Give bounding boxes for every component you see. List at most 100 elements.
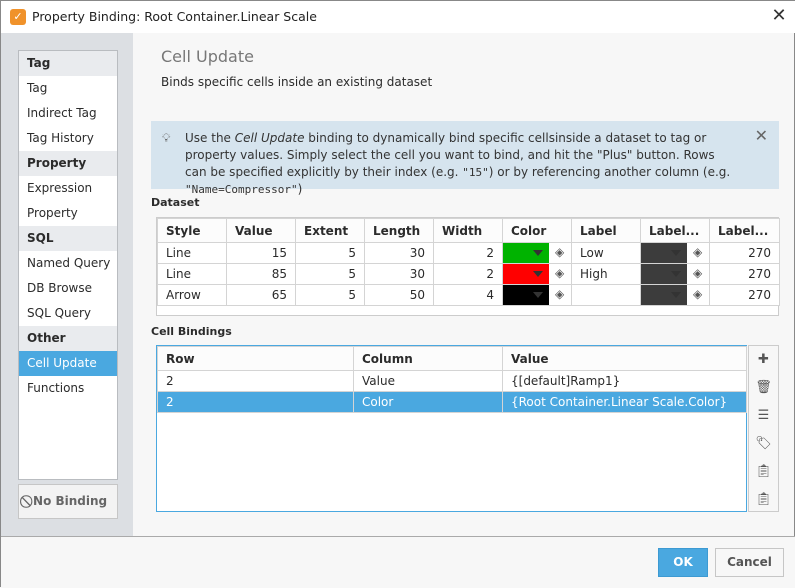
paint-bucket-icon[interactable]: ◈ <box>693 245 702 259</box>
column-header[interactable]: Extent <box>295 218 365 243</box>
column-cell[interactable]: Value <box>353 370 503 392</box>
label-color-cell[interactable]: ◈ <box>640 284 710 306</box>
table-row[interactable]: 2 Color {Root Container.Linear Scale.Color… <box>157 391 747 413</box>
close-icon[interactable]: ✕ <box>767 5 791 27</box>
color-swatch[interactable] <box>503 243 549 263</box>
sidebar-item-tag[interactable]: Tag <box>19 76 117 101</box>
label-cell[interactable]: Low <box>571 242 641 264</box>
color-swatch[interactable] <box>503 264 549 284</box>
sidebar-item-cell-update[interactable]: Cell Update <box>19 351 117 376</box>
bindings-toolbar: ✚ 🗑︎ ☰ 🏷︎ 📋︎ 📋︎ <box>748 345 779 512</box>
no-binding-button[interactable]: ⃠ No Binding <box>18 484 118 519</box>
length-cell[interactable]: 30 <box>364 242 434 264</box>
sidebar-group-header: SQL <box>19 226 117 251</box>
paint-bucket-icon[interactable]: ◈ <box>555 266 564 280</box>
column-header[interactable]: Value <box>502 346 747 371</box>
label-angle-cell[interactable]: 270 <box>709 242 780 264</box>
edit-icon[interactable]: ☰ <box>749 402 778 430</box>
label-angle-cell[interactable]: 270 <box>709 263 780 285</box>
window-title: Property Binding: Root Container.Linear … <box>32 9 317 24</box>
paint-bucket-icon[interactable]: ◈ <box>693 287 702 301</box>
color-swatch[interactable] <box>641 285 687 305</box>
color-cell[interactable]: ◈ <box>502 242 572 264</box>
app-logo-icon: ✓ <box>10 9 26 25</box>
value-cell[interactable]: 65 <box>226 284 296 306</box>
style-cell[interactable]: Arrow <box>157 284 227 306</box>
table-row[interactable]: Line 85 5 30 2 ◈ High ◈ 270 <box>157 263 780 285</box>
width-cell[interactable]: 2 <box>433 242 503 264</box>
sidebar-item-db-browse[interactable]: DB Browse <box>19 276 117 301</box>
column-header[interactable]: Label... <box>640 218 710 243</box>
add-icon[interactable]: ✚ <box>749 346 778 374</box>
cancel-button[interactable]: Cancel <box>715 548 784 577</box>
value-cell[interactable]: {[default]Ramp1} <box>502 370 747 392</box>
length-cell[interactable]: 30 <box>364 263 434 285</box>
delete-icon[interactable]: 🗑︎ <box>749 374 778 402</box>
sidebar-item-functions[interactable]: Functions <box>19 376 117 401</box>
sidebar-group-header: Property <box>19 151 117 176</box>
dataset-label: Dataset <box>151 196 200 209</box>
column-header[interactable]: Label <box>571 218 641 243</box>
title-bar: ✓ Property Binding: Root Container.Linea… <box>1 1 795 33</box>
table-row[interactable]: Line 15 5 30 2 ◈ Low ◈ 270 <box>157 242 780 264</box>
sidebar-item-sql-query[interactable]: SQL Query <box>19 301 117 326</box>
extent-cell[interactable]: 5 <box>295 263 365 285</box>
color-swatch[interactable] <box>641 264 687 284</box>
label-cell[interactable]: High <box>571 263 641 285</box>
value-cell[interactable]: 85 <box>226 263 296 285</box>
sidebar-item-indirect-tag[interactable]: Indirect Tag <box>19 101 117 126</box>
label-color-cell[interactable]: ◈ <box>640 242 710 264</box>
label-color-cell[interactable]: ◈ <box>640 263 710 285</box>
row-cell[interactable]: 2 <box>157 391 354 413</box>
binding-type-list: Tag Tag Indirect Tag Tag History Property Exp… <box>18 50 118 480</box>
paint-bucket-icon[interactable]: ◈ <box>693 266 702 280</box>
label-cell[interactable] <box>571 284 641 306</box>
color-cell[interactable]: ◈ <box>502 284 572 306</box>
cell-bindings-label: Cell Bindings <box>151 325 232 338</box>
color-swatch[interactable] <box>503 285 549 305</box>
sidebar-item-expression[interactable]: Expression <box>19 176 117 201</box>
value-cell[interactable]: 15 <box>226 242 296 264</box>
color-swatch[interactable] <box>641 243 687 263</box>
length-cell[interactable]: 50 <box>364 284 434 306</box>
color-cell[interactable]: ◈ <box>502 263 572 285</box>
sidebar-item-tag-history[interactable]: Tag History <box>19 126 117 151</box>
lightbulb-icon: 💡︎ <box>162 131 171 145</box>
extent-cell[interactable]: 5 <box>295 284 365 306</box>
column-header[interactable]: Color <box>502 218 572 243</box>
paint-bucket-icon[interactable]: ◈ <box>555 287 564 301</box>
paint-bucket-icon[interactable]: ◈ <box>555 245 564 259</box>
info-banner: 💡︎ Use the Cell Update binding to dynami… <box>151 121 779 196</box>
sidebar-item-property[interactable]: Property <box>19 201 117 226</box>
column-header[interactable]: Width <box>433 218 503 243</box>
column-header[interactable]: Length <box>364 218 434 243</box>
dismiss-info-icon[interactable]: ✕ <box>755 127 768 144</box>
sidebar-item-named-query[interactable]: Named Query <box>19 251 117 276</box>
column-cell[interactable]: Color <box>353 391 503 413</box>
binding-type-sidebar: Tag Tag Indirect Tag Tag History Property Exp… <box>1 33 133 536</box>
cell-bindings-table[interactable]: Row Column Value 2 Value {[default]Ramp1} 2 Col… <box>156 345 747 512</box>
value-cell[interactable]: {Root Container.Linear Scale.Color} <box>502 391 747 413</box>
style-cell[interactable]: Line <box>157 242 227 264</box>
row-cell[interactable]: 2 <box>157 370 354 392</box>
label-angle-cell[interactable]: 270 <box>709 284 780 306</box>
column-header[interactable]: Value <box>226 218 296 243</box>
column-header[interactable]: Style <box>157 218 227 243</box>
tag-icon[interactable]: 🏷︎ <box>749 430 778 458</box>
width-cell[interactable]: 2 <box>433 263 503 285</box>
column-header[interactable]: Row <box>157 346 354 371</box>
width-cell[interactable]: 4 <box>433 284 503 306</box>
ok-button[interactable]: OK <box>658 548 708 577</box>
clipboard-icon[interactable]: 📋︎ <box>749 486 778 514</box>
table-row[interactable]: Arrow 65 5 50 4 ◈ ◈ 270 <box>157 284 780 306</box>
paste-binding-icon[interactable]: 📋︎ <box>749 458 778 486</box>
table-row[interactable]: 2 Value {[default]Ramp1} <box>157 370 747 392</box>
column-header[interactable]: Label... <box>709 218 780 243</box>
dataset-table[interactable]: Style Value Extent Length Width Color Label Lab… <box>156 217 780 316</box>
page-subtitle: Binds specific cells inside an existing … <box>161 75 433 89</box>
style-cell[interactable]: Line <box>157 263 227 285</box>
page-title: Cell Update <box>161 47 254 66</box>
column-header[interactable]: Column <box>353 346 503 371</box>
extent-cell[interactable]: 5 <box>295 242 365 264</box>
sidebar-group-header: Other <box>19 326 117 351</box>
